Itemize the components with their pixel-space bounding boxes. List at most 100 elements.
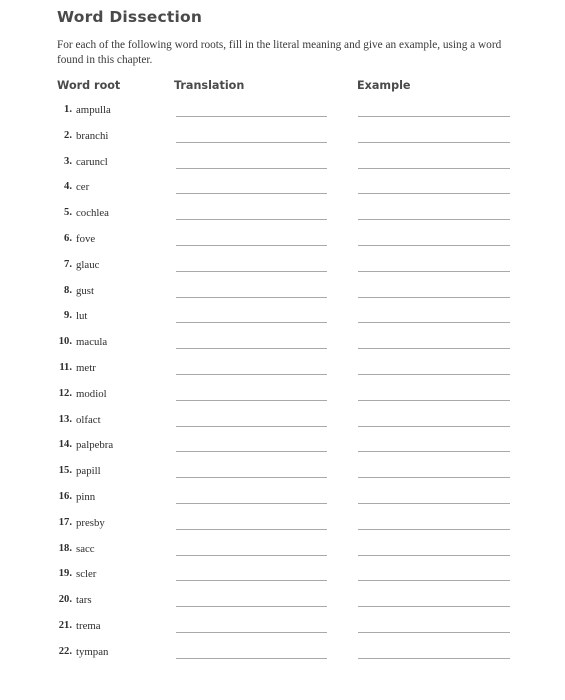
translation-blank-field[interactable] bbox=[176, 348, 327, 350]
word-root-label: gust bbox=[76, 284, 94, 297]
page-title: Word Dissection bbox=[57, 8, 203, 26]
example-blank-field[interactable] bbox=[358, 270, 510, 272]
word-root-label: modiol bbox=[76, 387, 107, 400]
table-row: 9. lut bbox=[0, 310, 565, 336]
example-blank-field[interactable] bbox=[358, 399, 510, 401]
example-blank-field[interactable] bbox=[358, 167, 510, 169]
word-root-label: ampulla bbox=[76, 104, 111, 116]
row-number: 9. bbox=[64, 310, 72, 322]
row-number: 4. bbox=[64, 181, 72, 193]
table-row: 19. scler bbox=[0, 568, 565, 594]
table-row: 1. ampulla bbox=[0, 104, 565, 130]
translation-blank-field[interactable] bbox=[176, 528, 327, 530]
word-root-label: caruncl bbox=[76, 155, 108, 168]
translation-blank-field[interactable] bbox=[176, 193, 327, 195]
translation-blank-field[interactable] bbox=[176, 116, 327, 117]
word-root-label: papill bbox=[76, 465, 101, 478]
example-blank-field[interactable] bbox=[358, 219, 510, 221]
example-blank-field[interactable] bbox=[358, 477, 510, 479]
word-root-list: 1. ampulla 2. branchi 3. caruncl 4. cer 5. cochle… bbox=[0, 104, 565, 672]
word-root-label: olfact bbox=[76, 413, 101, 426]
translation-blank-field[interactable] bbox=[176, 167, 327, 169]
example-blank-field[interactable] bbox=[358, 554, 510, 556]
table-row: 14. palpebra bbox=[0, 439, 565, 465]
example-blank-field[interactable] bbox=[358, 141, 510, 143]
translation-blank-field[interactable] bbox=[176, 477, 327, 479]
translation-blank-field[interactable] bbox=[176, 296, 327, 298]
example-blank-field[interactable] bbox=[358, 502, 510, 504]
row-number: 20. bbox=[58, 594, 72, 606]
translation-blank-field[interactable] bbox=[176, 270, 327, 272]
row-number: 1. bbox=[64, 104, 72, 115]
example-blank-field[interactable] bbox=[358, 244, 510, 246]
translation-blank-field[interactable] bbox=[176, 219, 327, 221]
table-row: 7. glauc bbox=[0, 259, 565, 285]
translation-blank-field[interactable] bbox=[176, 554, 327, 556]
row-number: 15. bbox=[58, 465, 72, 477]
table-row: 20. tars bbox=[0, 594, 565, 620]
word-root-label: trema bbox=[76, 619, 101, 632]
word-root-label: lut bbox=[76, 310, 88, 323]
word-root-label: macula bbox=[76, 336, 108, 349]
example-blank-field[interactable] bbox=[358, 657, 510, 659]
translation-blank-field[interactable] bbox=[176, 322, 327, 324]
table-row: 18. sacc bbox=[0, 543, 565, 569]
word-root-label: scler bbox=[76, 568, 97, 581]
example-blank-field[interactable] bbox=[358, 193, 510, 195]
instructions-text: For each of the following word roots, fi… bbox=[57, 39, 502, 66]
word-root-label: cochlea bbox=[76, 207, 109, 220]
word-root-label: fove bbox=[76, 232, 96, 245]
row-number: 21. bbox=[58, 619, 72, 631]
word-root-label: palpebra bbox=[76, 439, 114, 452]
word-root-label: cer bbox=[76, 181, 90, 194]
row-number: 7. bbox=[64, 258, 72, 270]
example-blank-field[interactable] bbox=[358, 425, 510, 427]
row-number: 5. bbox=[64, 207, 72, 219]
translation-blank-field[interactable] bbox=[176, 606, 327, 608]
word-root-label: tars bbox=[76, 594, 92, 607]
table-row: 5. cochlea bbox=[0, 207, 565, 233]
example-blank-field[interactable] bbox=[358, 348, 510, 350]
translation-blank-field[interactable] bbox=[176, 141, 327, 143]
word-root-label: glauc bbox=[76, 258, 100, 271]
translation-blank-field[interactable] bbox=[176, 580, 327, 582]
table-row: 11. metr bbox=[0, 362, 565, 388]
translation-blank-field[interactable] bbox=[176, 631, 327, 633]
example-blank-field[interactable] bbox=[358, 116, 510, 117]
word-root-label: pinn bbox=[76, 490, 96, 503]
row-number: 22. bbox=[58, 645, 72, 657]
row-number: 18. bbox=[58, 542, 72, 554]
table-row: 2. branchi bbox=[0, 130, 565, 156]
translation-blank-field[interactable] bbox=[176, 502, 327, 504]
translation-blank-field[interactable] bbox=[176, 425, 327, 427]
table-row: 16. pinn bbox=[0, 491, 565, 517]
translation-blank-field[interactable] bbox=[176, 373, 327, 375]
translation-blank-field[interactable] bbox=[176, 399, 327, 401]
row-number: 13. bbox=[58, 413, 72, 425]
example-blank-field[interactable] bbox=[358, 528, 510, 530]
table-row: 21. trema bbox=[0, 620, 565, 646]
example-blank-field[interactable] bbox=[358, 296, 510, 298]
translation-blank-field[interactable] bbox=[176, 451, 327, 453]
example-blank-field[interactable] bbox=[358, 373, 510, 375]
table-row: 17. presby bbox=[0, 517, 565, 543]
row-number: 14. bbox=[58, 439, 72, 451]
translation-blank-field[interactable] bbox=[176, 657, 327, 659]
example-blank-field[interactable] bbox=[358, 322, 510, 324]
table-row: 6. fove bbox=[0, 233, 565, 259]
row-number: 10. bbox=[58, 336, 72, 348]
column-header-translation: Translation bbox=[174, 79, 245, 92]
example-blank-field[interactable] bbox=[358, 606, 510, 608]
row-number: 8. bbox=[64, 284, 72, 296]
row-number: 12. bbox=[58, 387, 72, 399]
example-blank-field[interactable] bbox=[358, 451, 510, 453]
translation-blank-field[interactable] bbox=[176, 244, 327, 246]
example-blank-field[interactable] bbox=[358, 580, 510, 582]
row-number: 17. bbox=[58, 516, 72, 528]
table-row: 15. papill bbox=[0, 465, 565, 491]
word-root-label: presby bbox=[76, 516, 105, 529]
row-number: 2. bbox=[64, 129, 72, 141]
word-root-label: sacc bbox=[76, 542, 95, 555]
row-number: 19. bbox=[58, 568, 72, 580]
example-blank-field[interactable] bbox=[358, 631, 510, 633]
